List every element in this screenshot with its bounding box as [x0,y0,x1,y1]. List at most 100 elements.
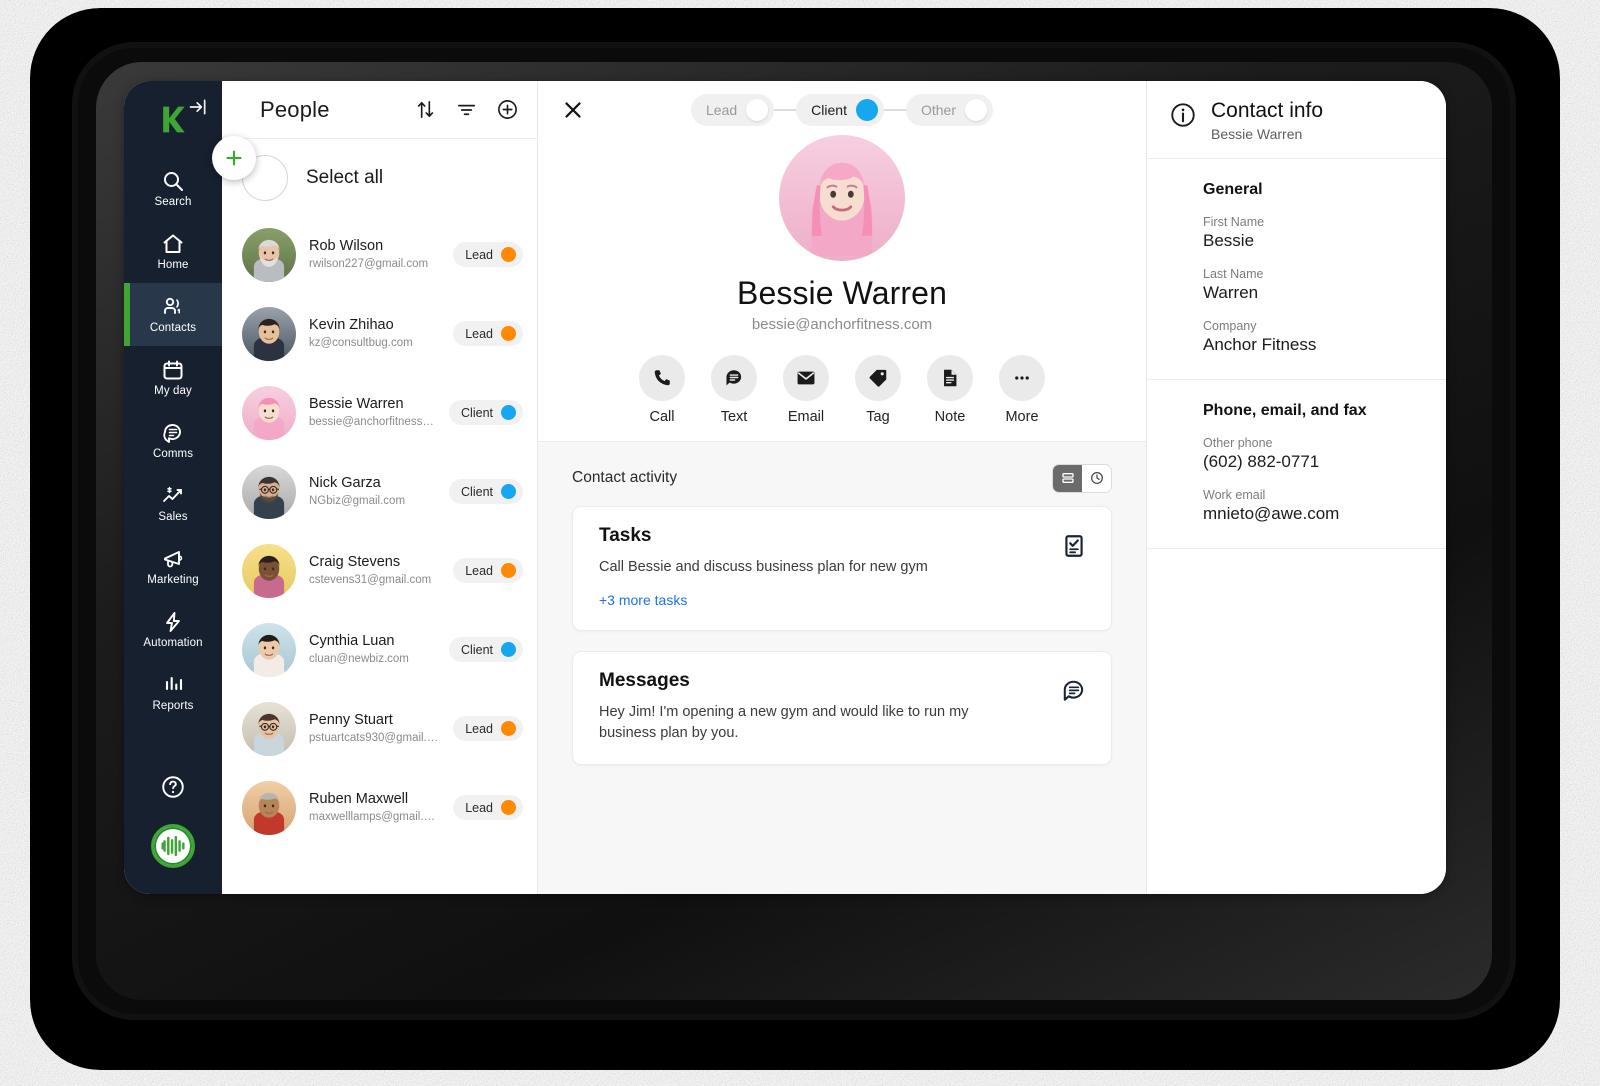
sidebar-item-my-day[interactable]: My day [124,346,222,409]
help-circle-icon[interactable] [160,774,186,800]
sidebar-item-label: My day [154,385,192,397]
older-man-grey-beard-avatar [242,227,296,282]
people-toolbar [414,98,519,121]
action-more[interactable]: More [999,355,1045,425]
field-value[interactable]: Anchor Fitness [1203,335,1424,355]
sidebar-item-reports[interactable]: Reports [124,661,222,724]
status-badge[interactable]: Client [449,637,523,662]
field-value[interactable]: (602) 882-0771 [1203,452,1424,472]
sidebar-item-search[interactable]: Search [124,157,222,220]
field-value[interactable]: Bessie [1203,231,1424,251]
action-tag[interactable]: Tag [855,355,901,425]
account-waveform-badge[interactable] [151,824,195,868]
select-all-label: Select all [306,167,384,188]
segment-connector [883,109,906,111]
contact-list-item[interactable]: Kevin Zhihao kz@consultbug.com Lead [222,294,537,373]
contact-detail-header: Lead Client Other Bessie Warren bessie@a… [538,81,1146,442]
filter-icon[interactable] [455,98,478,121]
contact-text: Nick Garza NGbiz@gmail.com [309,474,436,509]
sidebar-item-marketing[interactable]: Marketing [124,535,222,598]
contact-email: cstevens31@gmail.com [309,573,432,586]
status-dot [501,484,516,499]
list-view-icon[interactable] [1053,464,1082,492]
section-title: General [1203,181,1263,199]
contact-list-item[interactable]: Penny Stuart pstuartcats930@gmail.com Le… [222,689,537,768]
add-contact-icon[interactable] [496,98,519,121]
action-icon-bg [639,355,685,401]
app-screen: Search Home Contacts My day Comms Sales … [124,81,1446,894]
action-label: Tag [866,409,890,425]
contact-text: Kevin Zhihao kz@consultbug.com [309,316,440,351]
tasks-card[interactable]: Tasks Call Bessie and discuss business p… [572,506,1112,632]
info-field: Work email mnieto@awe.com [1203,488,1424,524]
status-dot [501,247,516,262]
segment-option-client[interactable]: Client [796,94,884,126]
field-label: Company [1203,319,1257,334]
status-dot [501,642,516,657]
contact-name: Craig Stevens [309,553,401,570]
sidebar-item-contacts[interactable]: Contacts [124,283,222,346]
contact-email: maxwelllamps@gmail.com [309,810,441,823]
sidebar-items: Search Home Contacts My day Comms Sales … [124,157,222,724]
avatar [242,385,296,440]
field-label: First Name [1203,215,1265,230]
calendar-icon [163,360,183,380]
action-email[interactable]: Email [783,355,829,425]
avatar [242,464,296,519]
status-dot [501,800,516,815]
sidebar-header [124,91,222,151]
contact-list-item[interactable]: Bessie Warren bessie@anchorfitness.com C… [222,373,537,452]
messages-card[interactable]: Messages Hey Jim! I'm opening a new gym … [572,651,1112,766]
history-clock-icon[interactable] [1082,464,1111,492]
sales-icon [163,486,182,502]
segment-option-lead[interactable]: Lead [691,94,775,126]
field-value[interactable]: Warren [1203,283,1424,303]
woman-pink-hair-avatar [779,135,905,261]
sidebar-item-label: Automation [143,637,203,649]
sidebar-item-comms[interactable]: Comms [124,409,222,472]
contact-list-item[interactable]: Ruben Maxwell maxwelllamps@gmail.com Lea… [222,768,537,847]
contact-text: Rob Wilson rwilson227@gmail.com [309,237,440,272]
segment-option-other[interactable]: Other [905,94,993,126]
close-icon[interactable] [560,97,586,123]
sidebar-item-sales[interactable]: Sales [124,472,222,535]
contact-activity-section: Contact activity Tasks Call Bessie and d… [538,442,1146,894]
status-badge[interactable]: Client [449,400,523,425]
sidebar-item-label: Comms [152,448,194,460]
status-badge[interactable]: Lead [453,242,523,267]
contact-list-item[interactable]: Cynthia Luan cluan@newbiz.com Client [222,610,537,689]
contact-email: kz@consultbug.com [309,336,413,349]
contact-list-item[interactable]: Rob Wilson rwilson227@gmail.com Lead [222,215,537,294]
task-checklist-icon [1065,535,1083,557]
sidebar-item-automation[interactable]: Automation [124,598,222,661]
contact-name: Cynthia Luan [309,632,395,649]
status-badge[interactable]: Client [449,479,523,504]
contact-list-item[interactable]: Nick Garza NGbiz@gmail.com Client [222,452,537,531]
sidebar-item-home[interactable]: Home [124,220,222,283]
status-badge[interactable]: Lead [453,795,523,820]
contact-detail-panel: Lead Client Other Bessie Warren bessie@a… [538,81,1146,894]
status-badge[interactable]: Lead [453,558,523,583]
action-call[interactable]: Call [639,355,685,425]
collapse-panel-icon[interactable] [188,97,208,117]
action-text[interactable]: Text [711,355,757,425]
more-tasks-link[interactable]: +3 more tasks [599,592,687,608]
contact-info-header: Contact info Bessie Warren [1147,81,1446,160]
chat-icon [163,424,181,443]
contact-type-segment: Lead Client Other [691,94,993,126]
select-all-row[interactable]: Select all [222,139,537,215]
contact-list-item[interactable]: Craig Stevens cstevens31@gmail.com Lead [222,531,537,610]
action-note[interactable]: Note [927,355,973,425]
envelope-icon [797,371,815,385]
status-badge[interactable]: Lead [453,321,523,346]
sort-icon[interactable] [414,98,437,121]
man-smiling-yellow-bg-avatar [242,543,296,598]
people-panel: People Select all Rob Wilson rwilson227@… [222,81,538,894]
action-icon-bg [711,355,757,401]
field-value[interactable]: mnieto@awe.com [1203,504,1424,524]
contact-text: Bessie Warren bessie@anchorfitness.com [309,395,436,430]
status-badge[interactable]: Lead [453,716,523,741]
info-section: Phone, email, and fax Other phone (602) … [1147,380,1446,550]
status-label: Client [461,484,493,499]
quick-add-fab[interactable] [212,136,256,180]
